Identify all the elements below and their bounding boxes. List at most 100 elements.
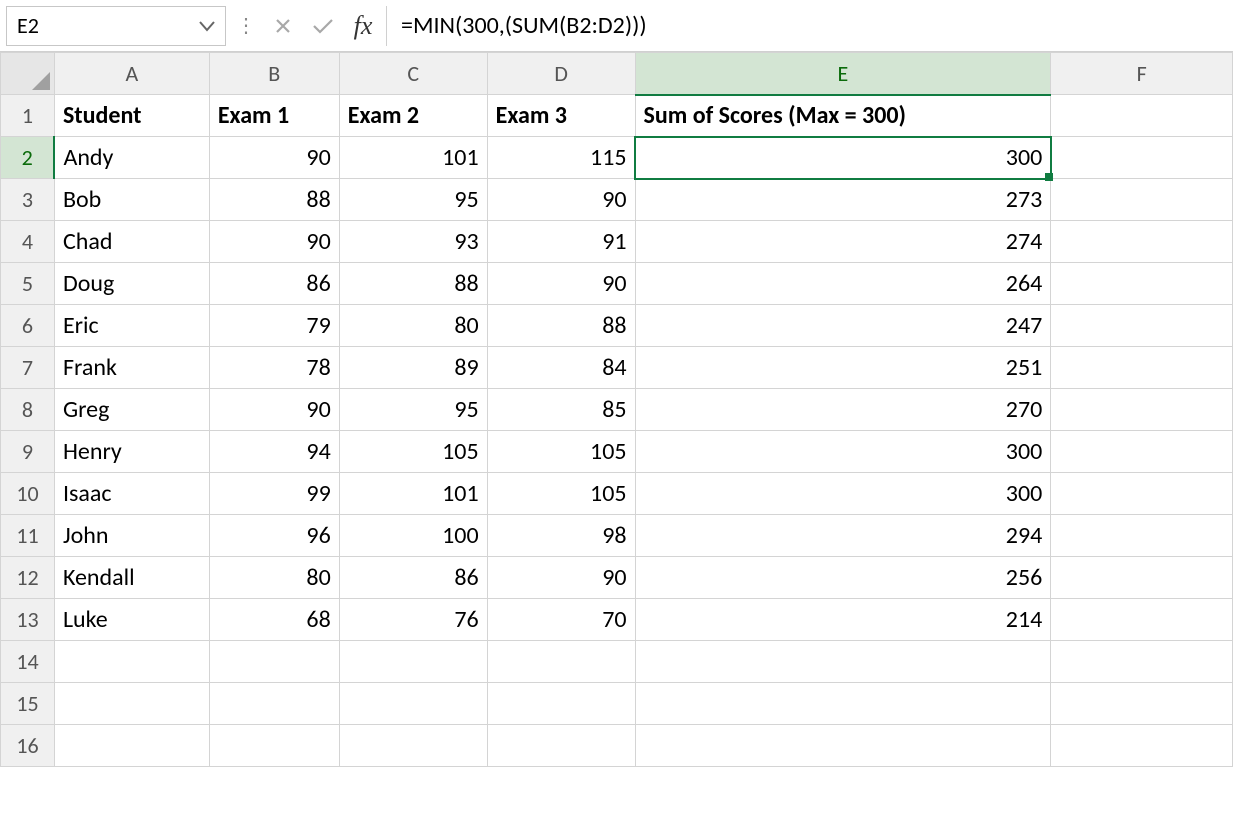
cell-A8[interactable]: Greg [54,389,209,431]
cell-E8[interactable]: 270 [635,389,1051,431]
row-header-5[interactable]: 5 [1,263,55,305]
row-header-10[interactable]: 10 [1,473,55,515]
cell-E12[interactable]: 256 [635,557,1051,599]
column-header-C[interactable]: C [339,53,487,95]
cell-D6[interactable]: 88 [487,305,635,347]
cell-B11[interactable]: 96 [209,515,339,557]
cell-D15[interactable] [487,683,635,725]
cell-B10[interactable]: 99 [209,473,339,515]
cell-C16[interactable] [339,725,487,767]
cell-C4[interactable]: 93 [339,221,487,263]
cell-C13[interactable]: 76 [339,599,487,641]
cell-D2[interactable]: 115 [487,137,635,179]
row-header-9[interactable]: 9 [1,431,55,473]
insert-function-button[interactable]: fx [346,9,380,43]
cell-A15[interactable] [54,683,209,725]
select-all-corner[interactable] [1,53,55,95]
cell-E6[interactable]: 247 [635,305,1051,347]
row-header-3[interactable]: 3 [1,179,55,221]
cell-E7[interactable]: 251 [635,347,1051,389]
cell-F5[interactable] [1051,263,1233,305]
cell-A6[interactable]: Eric [54,305,209,347]
cell-C3[interactable]: 95 [339,179,487,221]
cell-C11[interactable]: 100 [339,515,487,557]
row-header-14[interactable]: 14 [1,641,55,683]
row-header-1[interactable]: 1 [1,95,55,137]
column-header-D[interactable]: D [487,53,635,95]
cell-A14[interactable] [54,641,209,683]
cell-B15[interactable] [209,683,339,725]
accept-formula-button[interactable] [306,9,340,43]
row-header-11[interactable]: 11 [1,515,55,557]
cell-F14[interactable] [1051,641,1233,683]
cell-F13[interactable] [1051,599,1233,641]
row-header-8[interactable]: 8 [1,389,55,431]
cell-B3[interactable]: 88 [209,179,339,221]
cell-C15[interactable] [339,683,487,725]
cell-F6[interactable] [1051,305,1233,347]
cell-D5[interactable]: 90 [487,263,635,305]
chevron-down-icon[interactable] [199,15,215,37]
cell-C10[interactable]: 101 [339,473,487,515]
row-header-2[interactable]: 2 [1,137,55,179]
column-header-E[interactable]: E [635,53,1051,95]
cell-D13[interactable]: 70 [487,599,635,641]
column-header-F[interactable]: F [1051,53,1233,95]
cell-E14[interactable] [635,641,1051,683]
cell-B9[interactable]: 94 [209,431,339,473]
cell-B14[interactable] [209,641,339,683]
cell-C1[interactable]: Exam 2 [339,95,487,137]
column-header-A[interactable]: A [54,53,209,95]
cell-A9[interactable]: Henry [54,431,209,473]
cell-D1[interactable]: Exam 3 [487,95,635,137]
cell-E16[interactable] [635,725,1051,767]
cell-C9[interactable]: 105 [339,431,487,473]
cell-C12[interactable]: 86 [339,557,487,599]
cell-D3[interactable]: 90 [487,179,635,221]
row-header-7[interactable]: 7 [1,347,55,389]
cell-C2[interactable]: 101 [339,137,487,179]
cell-B13[interactable]: 68 [209,599,339,641]
cancel-formula-button[interactable] [266,9,300,43]
cell-A7[interactable]: Frank [54,347,209,389]
cell-C14[interactable] [339,641,487,683]
cell-B8[interactable]: 90 [209,389,339,431]
cell-F7[interactable] [1051,347,1233,389]
cell-B1[interactable]: Exam 1 [209,95,339,137]
cell-C8[interactable]: 95 [339,389,487,431]
cell-D11[interactable]: 98 [487,515,635,557]
row-header-12[interactable]: 12 [1,557,55,599]
cell-E13[interactable]: 214 [635,599,1051,641]
cell-F11[interactable] [1051,515,1233,557]
cell-B6[interactable]: 79 [209,305,339,347]
cell-A4[interactable]: Chad [54,221,209,263]
cell-F10[interactable] [1051,473,1233,515]
cell-B4[interactable]: 90 [209,221,339,263]
cell-A1[interactable]: Student [54,95,209,137]
cell-D12[interactable]: 90 [487,557,635,599]
cell-E11[interactable]: 294 [635,515,1051,557]
cell-F2[interactable] [1051,137,1233,179]
cell-A5[interactable]: Doug [54,263,209,305]
cell-A13[interactable]: Luke [54,599,209,641]
cell-C6[interactable]: 80 [339,305,487,347]
cell-A3[interactable]: Bob [54,179,209,221]
cell-F8[interactable] [1051,389,1233,431]
cell-B16[interactable] [209,725,339,767]
formula-input[interactable]: =MIN(300,(SUM(B2:D2))) [386,6,1227,46]
grid[interactable]: ABCDEF1StudentExam 1Exam 2Exam 3Sum of S… [0,52,1233,767]
column-header-B[interactable]: B [209,53,339,95]
cell-C5[interactable]: 88 [339,263,487,305]
cell-B12[interactable]: 80 [209,557,339,599]
name-box[interactable]: E2 [6,6,226,46]
cell-F3[interactable] [1051,179,1233,221]
cell-E15[interactable] [635,683,1051,725]
row-header-6[interactable]: 6 [1,305,55,347]
cell-C7[interactable]: 89 [339,347,487,389]
cell-A12[interactable]: Kendall [54,557,209,599]
cell-A10[interactable]: Isaac [54,473,209,515]
cell-E2[interactable]: 300 [635,137,1051,179]
cell-D8[interactable]: 85 [487,389,635,431]
cell-D10[interactable]: 105 [487,473,635,515]
cell-F9[interactable] [1051,431,1233,473]
